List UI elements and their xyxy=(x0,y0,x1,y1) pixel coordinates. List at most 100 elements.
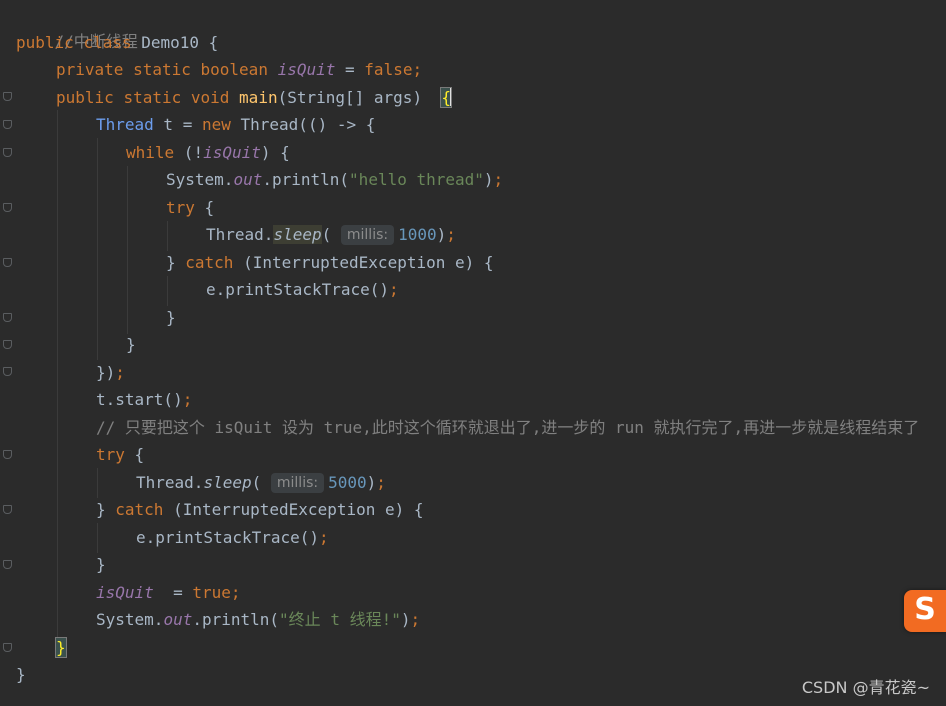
keyword: boolean xyxy=(200,60,268,79)
punctuation: ( xyxy=(321,225,332,244)
method-call: .println( xyxy=(262,170,350,189)
field-name: isQuit xyxy=(96,583,154,602)
punctuation: ) xyxy=(366,473,377,492)
number-literal: 5000 xyxy=(328,473,367,492)
keyword: new xyxy=(201,115,231,134)
class-ref: System. xyxy=(96,610,164,629)
keyword: static xyxy=(123,88,182,107)
code-line[interactable]: public class Demo10 { xyxy=(16,29,218,56)
field-name: isQuit xyxy=(277,60,336,79)
catch-clause: (InterruptedException e) { xyxy=(163,500,424,519)
punctuation: } xyxy=(166,253,186,272)
ime-logo-icon[interactable]: S xyxy=(904,590,946,632)
punctuation: { xyxy=(124,445,145,464)
code-line[interactable]: } catch (InterruptedException e) { xyxy=(96,496,424,523)
code-line[interactable]: try { xyxy=(166,194,214,221)
class-ref: Thread. xyxy=(206,225,274,244)
code-line[interactable]: Thread t = new Thread(() -> { xyxy=(96,111,375,138)
matched-brace: } xyxy=(55,637,67,658)
class-ref: System. xyxy=(166,170,234,189)
fold-marker-icon[interactable] xyxy=(3,450,12,459)
code-line[interactable]: } xyxy=(166,304,176,331)
punctuation: ( xyxy=(251,473,262,492)
semicolon: ; xyxy=(182,390,193,409)
punctuation: }) xyxy=(96,363,116,382)
code-line[interactable]: //中断线程 xyxy=(16,1,138,51)
indent-guide xyxy=(167,221,168,251)
punctuation: } xyxy=(126,335,136,354)
indent-guide xyxy=(57,110,58,640)
static-field: out xyxy=(163,610,193,629)
keyword: catch xyxy=(185,253,234,272)
static-method: sleep xyxy=(203,473,252,492)
method-call: .println( xyxy=(192,610,280,629)
fold-marker-icon[interactable] xyxy=(3,367,12,376)
punctuation: ) xyxy=(483,170,494,189)
code-line[interactable]: // 只要把这个 isQuit 设为 true,此时这个循环就退出了,进一步的 … xyxy=(96,414,919,441)
number-literal: 1000 xyxy=(398,225,437,244)
punctuation: } xyxy=(96,500,116,519)
code-line[interactable]: Thread.sleep( millis: 5000); xyxy=(136,469,386,496)
code-line[interactable]: } xyxy=(16,661,26,688)
punctuation: ) xyxy=(400,610,411,629)
semicolon: ; xyxy=(115,363,125,382)
keyword: static xyxy=(133,60,191,79)
fold-marker-icon[interactable] xyxy=(3,258,12,267)
fold-marker-icon[interactable] xyxy=(3,643,12,652)
string-literal: "hello thread" xyxy=(349,170,484,189)
operator: (! xyxy=(174,143,204,162)
fold-marker-icon[interactable] xyxy=(3,505,12,514)
indent-guide xyxy=(167,276,168,306)
fold-marker-icon[interactable] xyxy=(3,148,12,157)
code-line[interactable]: private static boolean isQuit = false; xyxy=(56,56,422,83)
method-call: e.printStackTrace() xyxy=(136,528,320,547)
static-field: out xyxy=(233,170,263,189)
string-literal: "终止 t 线程!" xyxy=(279,610,401,629)
semicolon: ; xyxy=(230,583,241,602)
code-line[interactable]: }); xyxy=(96,359,125,386)
keyword: class xyxy=(83,33,132,52)
code-line[interactable]: System.out.println("hello thread"); xyxy=(166,166,503,193)
semicolon: ; xyxy=(410,610,421,629)
punctuation: } xyxy=(96,555,106,574)
fold-marker-icon[interactable] xyxy=(3,203,12,212)
code-line[interactable]: public static void main(String[] args) { xyxy=(56,84,452,111)
indent-guide xyxy=(127,166,128,334)
fold-marker-icon[interactable] xyxy=(3,92,12,101)
punctuation: } xyxy=(16,665,26,684)
fold-marker-icon[interactable] xyxy=(3,560,12,569)
keyword: try xyxy=(96,445,125,464)
code-line[interactable]: t.start(); xyxy=(96,386,192,413)
method-call: t.start() xyxy=(96,390,183,409)
punctuation: ) { xyxy=(260,143,290,162)
code-comment: // 只要把这个 isQuit 设为 true,此时这个循环就退出了,进一步的 … xyxy=(96,418,920,437)
code-line[interactable]: } xyxy=(126,331,136,358)
code-line[interactable]: Thread.sleep( millis: 1000); xyxy=(206,221,456,248)
code-line[interactable]: while (!isQuit) { xyxy=(126,139,290,166)
code-line[interactable]: e.printStackTrace(); xyxy=(206,276,399,303)
constructor-call: Thread(() -> { xyxy=(230,115,376,134)
keyword: public xyxy=(16,33,74,52)
code-line[interactable]: } catch (InterruptedException e) { xyxy=(166,249,494,276)
semicolon: ; xyxy=(446,225,456,244)
field-name: isQuit xyxy=(203,143,261,162)
code-line[interactable]: isQuit = true; xyxy=(96,579,241,606)
fold-marker-icon[interactable] xyxy=(3,313,12,322)
editor-gutter xyxy=(0,0,14,706)
code-line[interactable]: } xyxy=(96,551,106,578)
fold-marker-icon[interactable] xyxy=(3,120,12,129)
fold-marker-icon[interactable] xyxy=(3,340,12,349)
code-line[interactable]: try { xyxy=(96,441,144,468)
operator: = xyxy=(335,60,365,79)
code-line[interactable]: System.out.println("终止 t 线程!"); xyxy=(96,606,420,633)
type-name: Thread xyxy=(96,115,154,134)
indent-guide xyxy=(97,138,98,360)
method-name: main xyxy=(239,88,278,107)
indent-guide xyxy=(97,468,98,498)
code-editor[interactable]: //中断线程 public class Demo10 { private sta… xyxy=(0,0,946,706)
parameters: (String[] args) xyxy=(277,88,442,107)
variable-declaration: t = xyxy=(153,115,202,134)
code-line[interactable]: e.printStackTrace(); xyxy=(136,524,329,551)
punctuation: ) xyxy=(436,225,447,244)
code-line[interactable]: } xyxy=(55,634,67,661)
